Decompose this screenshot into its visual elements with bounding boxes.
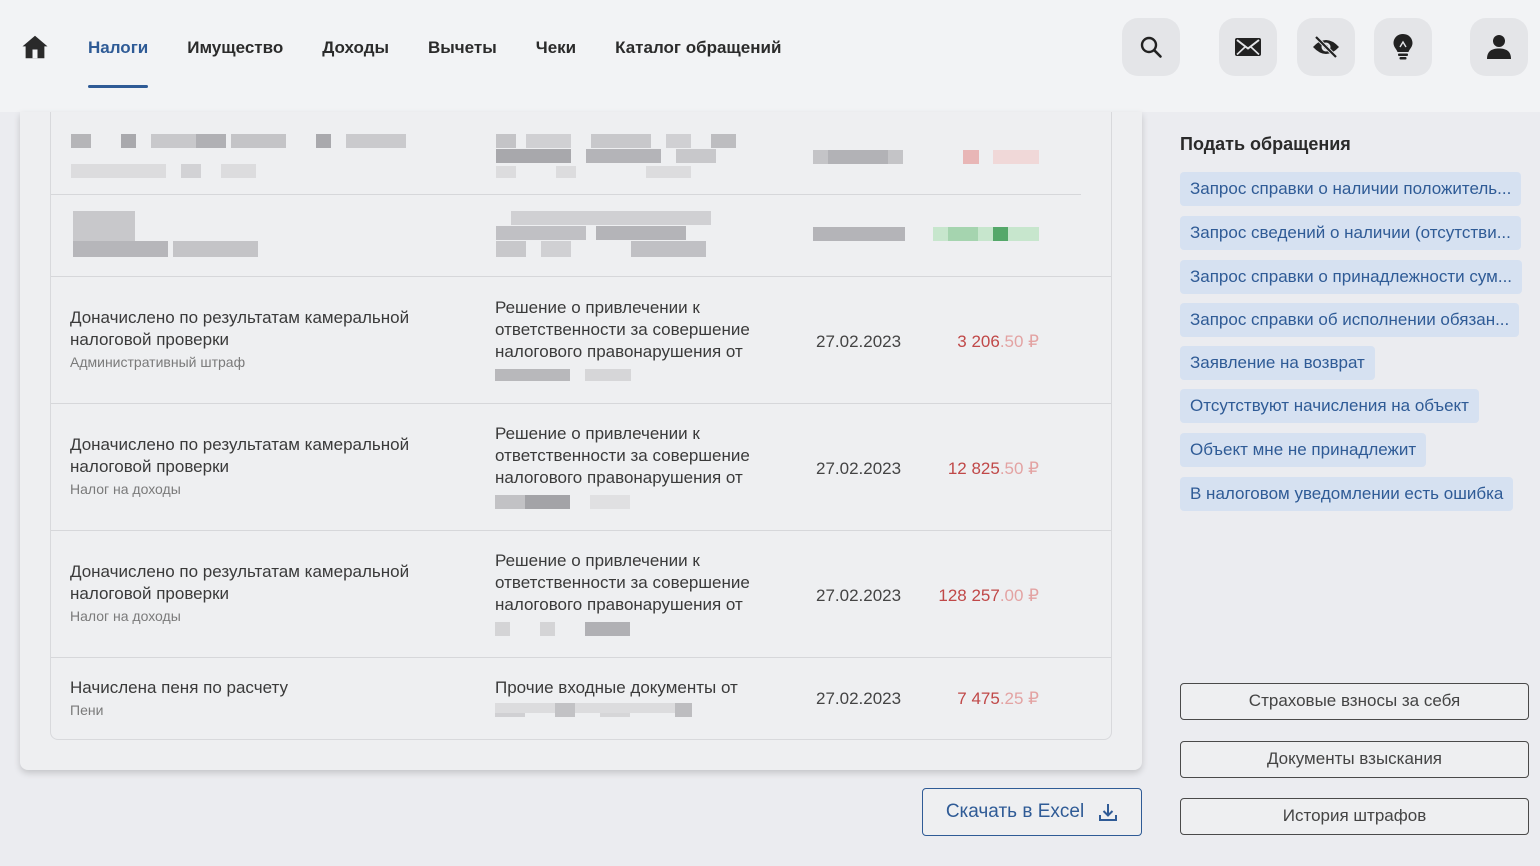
accrual-description: Доначислено по результатам камеральной н… [70,434,409,499]
document-line: Решение о привлечении к [495,424,700,443]
accrual-title: налоговой проверки [70,457,230,476]
nav-item-requests-catalog[interactable]: Каталог обращений [615,0,781,95]
search-button[interactable] [1122,18,1180,76]
accrual-type: Налог на доходы [70,608,181,624]
top-header: Налоги Имущество Доходы Вычеты Чеки Ката… [0,0,1540,112]
accrual-date: 27.02.2023 [816,689,902,708]
accrual-document: Прочие входные документы от [495,677,785,717]
accrual-document: Решение о привлечении к ответственности … [495,550,785,636]
document-line: Прочие входные документы от [495,678,738,697]
messages-button[interactable] [1219,18,1277,76]
lightbulb-icon [1393,34,1413,60]
accrual-sum: 3 206.50 ₽ [957,332,1039,351]
accrual-description: Доначислено по результатам камеральной н… [70,561,409,626]
redacted-text [496,211,711,257]
nav-item-property[interactable]: Имущество [187,0,283,95]
accrual-date: 27.02.2023 [816,459,902,478]
accrual-description: Начислена пеня по расчету Пени [70,677,288,720]
accrual-title: Начислена пеня по расчету [70,678,288,697]
redacted-document-date [495,495,630,509]
accrual-title: налоговой проверки [70,330,230,349]
redacted-date [813,227,905,241]
main-nav: Налоги Имущество Доходы Вычеты Чеки Ката… [88,0,820,112]
accrual-date: 27.02.2023 [816,332,902,351]
accrual-type: Административный штраф [70,354,246,370]
search-icon [1140,36,1162,58]
collection-documents-button[interactable]: Документы взыскания [1180,741,1529,778]
document-line: ответственности за совершение [495,573,750,592]
document-line: налогового правонарушения от [495,468,743,487]
accrual-description: Доначислено по результатам камеральной н… [70,307,409,372]
user-icon [1487,35,1511,59]
table-row[interactable]: Начислена пеня по расчету Пени Прочие вх… [51,657,1111,739]
tips-button[interactable] [1374,18,1432,76]
accruals-table: Доначислено по результатам камеральной н… [50,112,1112,740]
request-chip-payment-ownership[interactable]: Запрос справки о принадлежности сум... [1180,260,1523,294]
redacted-sum [963,150,1039,164]
redacted-document-date [495,703,692,717]
redacted-date [813,150,903,164]
profile-button[interactable] [1470,18,1528,76]
accrual-sum: 128 257.00 ₽ [938,586,1039,605]
accrual-sum: 7 475.25 ₽ [957,689,1039,708]
document-line: Решение о привлечении к [495,298,700,317]
download-excel-button[interactable]: Скачать в Excel [922,788,1142,836]
document-line: ответственности за совершение [495,320,750,339]
requests-panel-title: Подать обращения [1180,134,1351,154]
document-line: налогового правонарушения от [495,595,743,614]
table-row-redacted [51,112,1111,194]
table-row[interactable]: Доначислено по результатам камеральной н… [51,276,1111,403]
download-icon [1099,804,1118,821]
request-chip-debt-info[interactable]: Запрос сведений о наличии (отсутстви... [1180,216,1521,250]
request-chip-refund-application[interactable]: Заявление на возврат [1180,346,1375,380]
document-line: налогового правонарушения от [495,342,743,361]
accrual-title: Доначислено по результатам камеральной [70,435,410,454]
table-row-redacted [51,194,1081,276]
accrual-document: Решение о привлечении к ответственности … [495,297,785,383]
table-row[interactable]: Доначислено по результатам камеральной н… [51,530,1111,657]
accrual-title: Доначислено по результатам камеральной [70,308,410,327]
redacted-text [73,211,258,257]
download-excel-label: Скачать в Excel [945,801,1085,822]
request-chip-not-owner[interactable]: Объект мне не принадлежит [1180,433,1427,467]
accrual-sum: 12 825.50 ₽ [947,459,1039,478]
nav-item-deductions[interactable]: Вычеты [428,0,497,95]
request-chip-obligation-fulfillment[interactable]: Запрос справки об исполнении обязан... [1180,303,1520,337]
accrual-title: налоговой проверки [70,584,230,603]
table-row[interactable]: Доначислено по результатам камеральной н… [51,403,1111,530]
document-line: ответственности за совершение [495,446,750,465]
redacted-document-date [495,369,631,381]
document-line: Решение о привлечении к [495,551,700,570]
nav-item-receipts[interactable]: Чеки [536,0,576,95]
accrual-type: Налог на доходы [70,481,181,497]
eye-off-icon [1313,35,1339,59]
request-chip-no-accruals[interactable]: Отсутствуют начисления на объект [1180,389,1479,423]
visibility-toggle-button[interactable] [1297,18,1355,76]
accrual-date: 27.02.2023 [816,586,902,605]
redacted-document-date [495,622,630,636]
fines-history-button[interactable]: История штрафов [1180,798,1529,835]
request-chip-positive-balance[interactable]: Запрос справки о наличии положитель... [1180,172,1522,206]
mail-icon [1235,38,1261,56]
redacted-text [71,134,406,178]
redacted-text [496,134,736,178]
insurance-contributions-button[interactable]: Страховые взносы за себя [1180,683,1529,720]
nav-item-income[interactable]: Доходы [322,0,389,95]
nav-item-taxes[interactable]: Налоги [88,0,149,95]
accrual-title: Доначислено по результатам камеральной [70,562,410,581]
accrual-document: Решение о привлечении к ответственности … [495,423,785,509]
request-chip-notice-error[interactable]: В налоговом уведомлении есть ошибка [1180,477,1514,511]
accrual-type: Пени [70,702,104,718]
redacted-sum [933,227,1039,241]
home-icon[interactable] [20,32,50,62]
accruals-card: Доначислено по результатам камеральной н… [20,112,1142,770]
